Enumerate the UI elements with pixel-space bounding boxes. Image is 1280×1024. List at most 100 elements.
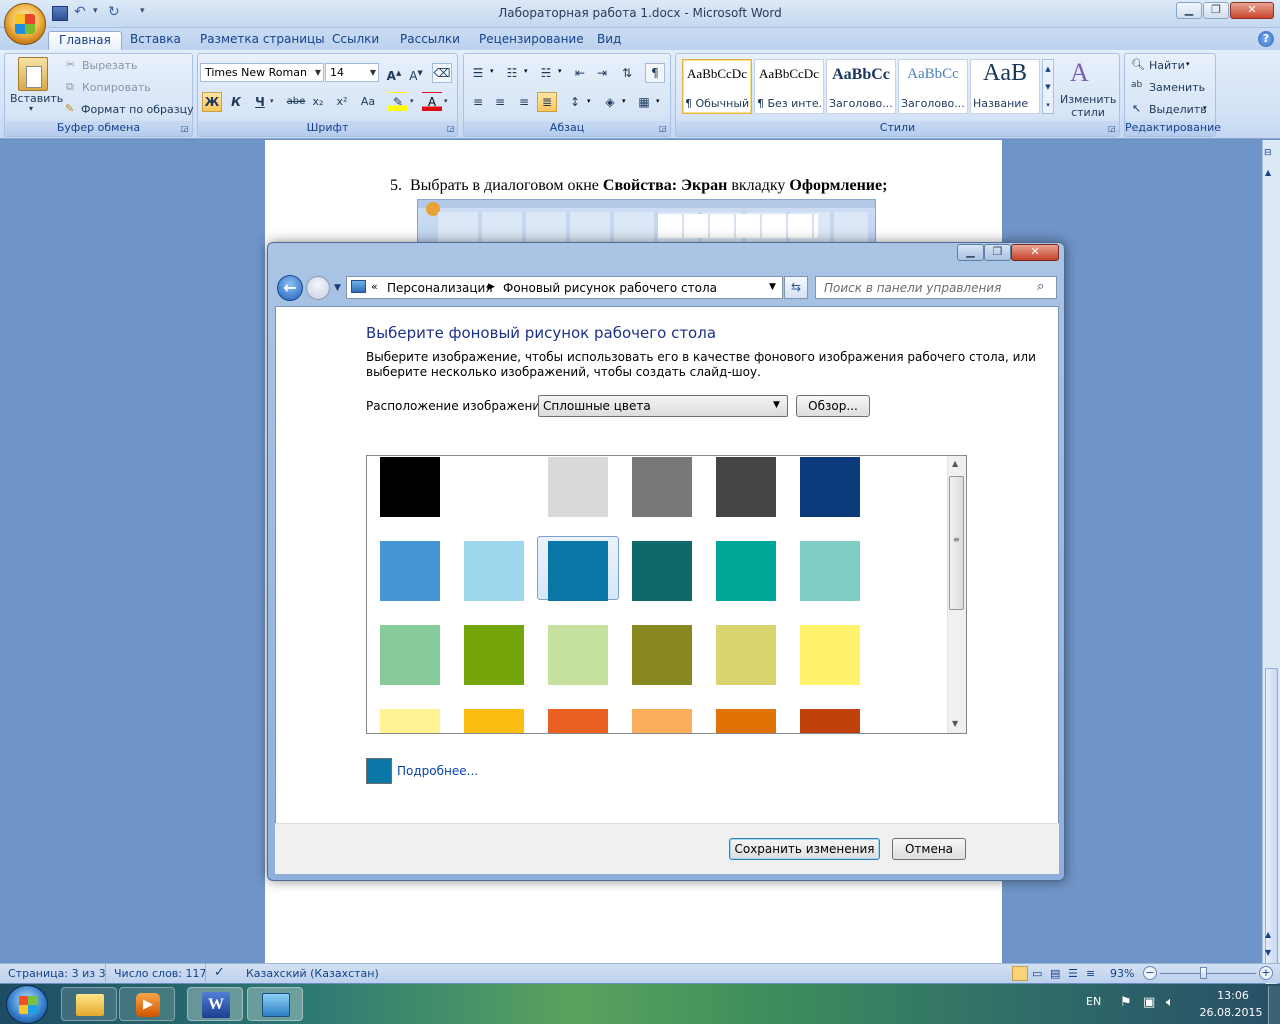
document-line[interactable]: 5. Выбрать в диалоговом окне Свойства: Э… <box>390 177 887 195</box>
underline-button[interactable]: Ч <box>250 92 270 112</box>
styles-launcher-icon[interactable]: ◲ <box>1108 124 1116 133</box>
back-button[interactable]: ← <box>277 275 303 301</box>
start-button[interactable] <box>6 985 48 1024</box>
color-swatch[interactable] <box>716 625 776 685</box>
color-swatch[interactable] <box>716 541 776 601</box>
multilevel-list-icon[interactable]: ☵ <box>536 63 556 83</box>
strikethrough-button[interactable]: abe <box>284 92 308 112</box>
zoom-slider-thumb[interactable] <box>1200 967 1207 979</box>
subscript-button[interactable]: x₂ <box>308 92 328 112</box>
shrink-font-button[interactable]: A▼ <box>406 63 426 83</box>
tab-page-layout[interactable]: Разметка страницы <box>190 31 335 50</box>
browse-button[interactable]: Обзор... <box>796 395 870 417</box>
color-swatch[interactable] <box>800 709 860 733</box>
outline-icon[interactable]: ☰ <box>1068 967 1078 980</box>
dialog-maximize-button[interactable]: ❐ <box>984 244 1011 261</box>
show-marks-icon[interactable]: ¶ <box>645 63 665 83</box>
underline-dropdown-icon[interactable]: ▾ <box>270 97 274 105</box>
color-swatch[interactable] <box>548 625 608 685</box>
shading-dropdown-icon[interactable]: ▾ <box>622 97 626 105</box>
page-count[interactable]: Страница: 3 из 3 <box>8 967 106 980</box>
color-swatch[interactable] <box>800 457 860 517</box>
tab-references[interactable]: Ссылки <box>322 31 389 50</box>
superscript-button[interactable]: x² <box>332 92 352 112</box>
tab-insert[interactable]: Вставка <box>120 31 191 50</box>
taskbar-explorer[interactable] <box>61 987 117 1021</box>
color-swatch[interactable] <box>632 709 692 733</box>
color-swatch[interactable] <box>632 541 692 601</box>
full-screen-reading-icon[interactable]: ▭ <box>1032 967 1042 980</box>
taskbar-control-panel[interactable] <box>247 987 303 1021</box>
style-heading-2[interactable]: AaBbCc Заголово... <box>898 59 968 114</box>
save-changes-button[interactable]: Сохранить изменения <box>729 838 880 860</box>
action-center-icon[interactable]: ⚑ <box>1120 995 1132 1010</box>
align-center-icon[interactable]: ≡ <box>490 92 510 112</box>
forward-button[interactable] <box>306 276 330 300</box>
find-dropdown-icon[interactable]: ▾ <box>1186 60 1190 68</box>
office-button[interactable] <box>4 3 46 45</box>
breadcrumb-personalization[interactable]: Персонализация <box>387 281 493 295</box>
tab-review[interactable]: Рецензирование <box>469 31 594 50</box>
breadcrumb-desktop-background[interactable]: Фоновый рисунок рабочего стола <box>503 281 717 295</box>
zoom-level[interactable]: 93% <box>1110 967 1134 980</box>
grid-scroll-thumb[interactable]: ≡ <box>949 476 964 610</box>
word-count[interactable]: Число слов: 117 <box>114 967 207 980</box>
paragraph-launcher-icon[interactable]: ◲ <box>659 124 667 133</box>
clipboard-launcher-icon[interactable]: ◲ <box>181 124 189 133</box>
change-styles-button[interactable]: Изменить стили <box>1060 93 1116 119</box>
font-name-combo[interactable]: Times New Roman ▼ <box>200 63 324 82</box>
dialog-close-button[interactable]: ✕ <box>1011 244 1059 261</box>
restore-button[interactable]: ❐ <box>1203 2 1229 19</box>
next-page-icon[interactable]: ▼ <box>1265 948 1271 957</box>
change-case-button[interactable]: Aa <box>356 92 380 112</box>
highlight-dropdown-icon[interactable]: ▾ <box>410 97 414 105</box>
italic-button[interactable]: К <box>226 92 246 112</box>
search-box[interactable]: Поиск в панели управления ⌕ <box>815 276 1057 299</box>
justify-icon[interactable]: ≣ <box>537 92 557 112</box>
color-swatch[interactable] <box>632 625 692 685</box>
color-swatch[interactable] <box>716 709 776 733</box>
minimize-button[interactable]: ▁ <box>1176 2 1202 19</box>
font-size-combo[interactable]: 14 ▼ <box>325 63 379 82</box>
clock-date[interactable]: 26.08.2015 <box>1196 1006 1266 1019</box>
breadcrumb-separator-icon[interactable]: ▶ <box>488 282 495 292</box>
web-layout-icon[interactable]: ▤ <box>1050 967 1060 980</box>
bullets-dropdown-icon[interactable]: ▾ <box>490 67 494 75</box>
style-heading-1[interactable]: AaBbCc Заголово... <box>826 59 896 114</box>
color-swatch[interactable] <box>380 541 440 601</box>
highlight-icon[interactable]: ✎ <box>388 92 408 112</box>
zoom-slider[interactable] <box>1160 973 1256 974</box>
color-swatch[interactable] <box>548 457 608 517</box>
tab-view[interactable]: Вид <box>587 31 631 50</box>
color-swatch[interactable] <box>380 625 440 685</box>
clock-time[interactable]: 13:06 <box>1200 989 1266 1002</box>
volume-icon[interactable]: 🔈︎ <box>1166 995 1174 1010</box>
color-swatch[interactable] <box>548 541 608 601</box>
taskbar-word[interactable]: W <box>187 987 243 1021</box>
color-swatch[interactable] <box>632 457 692 517</box>
bullets-icon[interactable]: ☰ <box>468 63 488 83</box>
font-color-icon[interactable]: A <box>422 92 442 112</box>
cut-button[interactable]: Вырезать <box>82 59 137 72</box>
color-swatch[interactable] <box>464 709 524 733</box>
zoom-out-button[interactable]: − <box>1143 966 1157 980</box>
tab-mailings[interactable]: Рассылки <box>390 31 470 50</box>
dialog-minimize-button[interactable]: ▁ <box>957 244 984 261</box>
find-button[interactable]: Найти <box>1149 59 1185 72</box>
prev-page-icon[interactable]: ▲ <box>1265 930 1271 939</box>
paste-dropdown-icon[interactable]: ▾ <box>29 104 33 113</box>
borders-dropdown-icon[interactable]: ▾ <box>656 97 660 105</box>
style-no-spacing[interactable]: AaBbCcDc ¶ Без инте... <box>754 59 824 114</box>
zoom-in-button[interactable]: + <box>1259 966 1273 980</box>
ruler-toggle-icon[interactable]: ⊟ <box>1264 148 1272 158</box>
color-swatch[interactable] <box>548 709 608 733</box>
close-button[interactable]: ✕ <box>1230 2 1274 19</box>
print-layout-icon[interactable] <box>1012 966 1028 981</box>
input-language[interactable]: EN <box>1086 995 1101 1008</box>
taskbar-media-player[interactable]: ▶ <box>119 987 175 1021</box>
grid-scroll-up-icon[interactable]: ▲ <box>952 459 958 468</box>
multilevel-dropdown-icon[interactable]: ▾ <box>558 67 562 75</box>
align-left-icon[interactable]: ≡ <box>468 92 488 112</box>
refresh-button[interactable]: ⇆ <box>784 276 808 299</box>
grid-scroll-down-icon[interactable]: ▼ <box>952 719 958 728</box>
